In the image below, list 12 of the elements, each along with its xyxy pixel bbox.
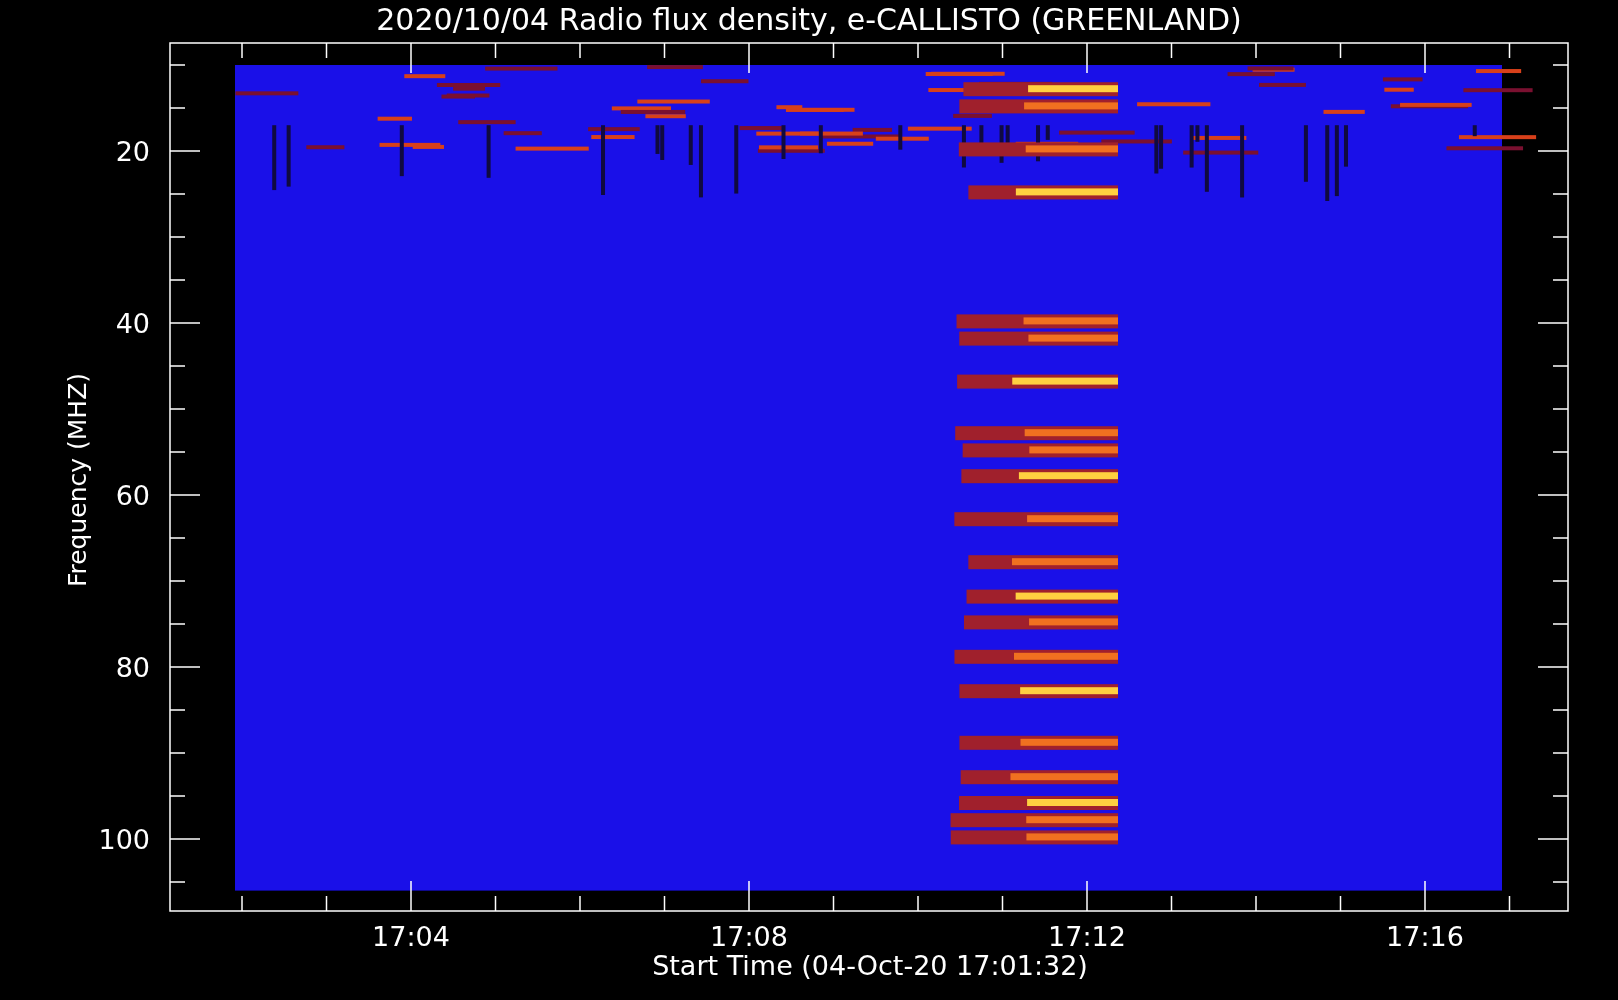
y-axis-label: Frequency (MHZ) [63,372,92,588]
y-tick-label: 40 [115,308,150,339]
x-tick-label: 17:08 [710,921,788,952]
y-tick-label: 100 [98,824,150,855]
x-axis-label: Start Time (04-Oct-20 17:01:32) [652,950,1088,981]
x-tick-label: 17:16 [1386,921,1464,952]
y-tick-label: 60 [115,480,150,511]
x-tick-label: 17:04 [372,921,450,952]
y-tick-label: 20 [115,136,150,167]
x-tick-label: 17:12 [1048,921,1126,952]
chart-title: 2020/10/04 Radio flux density, e-CALLISTO (GREENLAND) [376,2,1242,37]
y-tick-label: 80 [115,652,150,683]
